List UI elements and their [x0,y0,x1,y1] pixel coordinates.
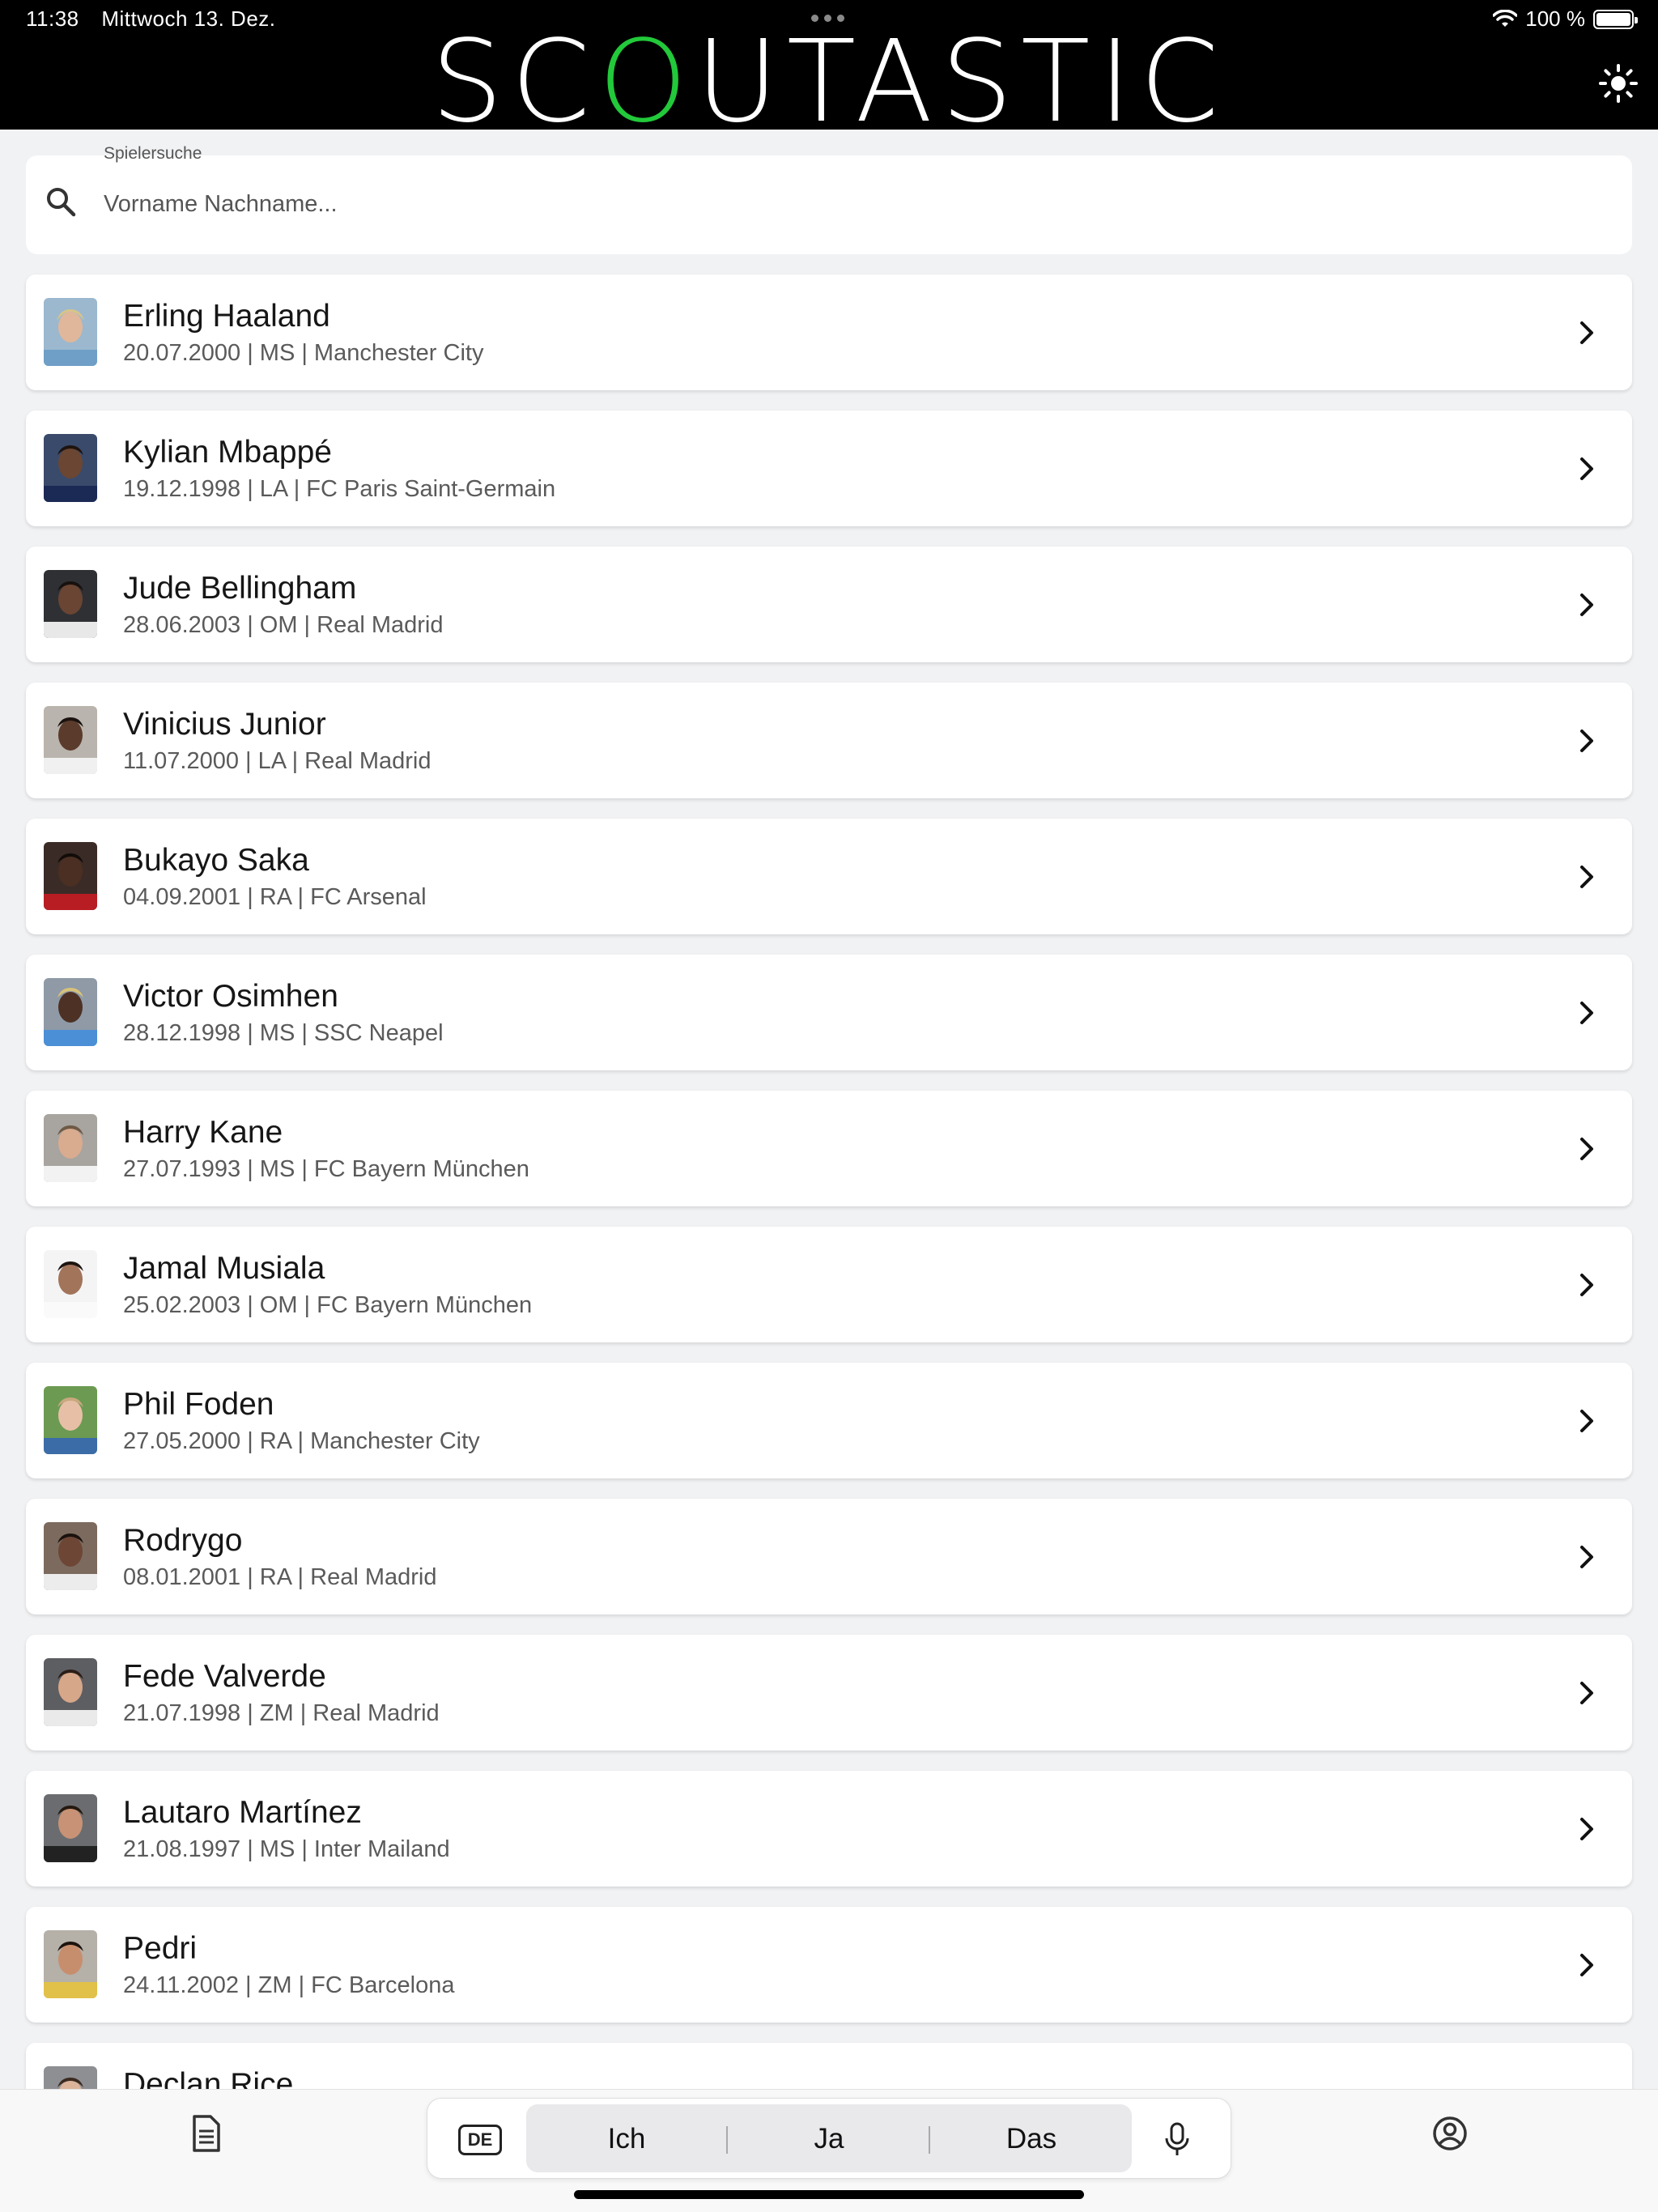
player-name: Erling Haaland [123,299,330,334]
player-name: Phil Foden [123,1387,274,1422]
player-photo [44,570,97,638]
player-card[interactable]: Vinicius Junior 11.07.2000 | LA | Real M… [26,683,1632,798]
player-meta: 11.07.2000 | LA | Real Madrid [123,748,432,774]
player-meta: 04.09.2001 | RA | FC Arsenal [123,884,427,910]
chevron-right-icon [1580,457,1593,480]
chevron-right-icon [1580,1682,1593,1704]
player-meta: 08.01.2001 | RA | Real Madrid [123,1564,437,1590]
player-card[interactable]: Pedri 24.11.2002 | ZM | FC Barcelona [26,1907,1632,2023]
player-photo [44,434,97,502]
player-name: Rodrygo [123,1523,243,1558]
player-card[interactable]: Fede Valverde 21.07.1998 | ZM | Real Mad… [26,1635,1632,1750]
multitasking-dots-icon[interactable] [811,15,844,22]
player-meta: 25.02.2003 | OM | FC Bayern München [123,1292,533,1318]
player-meta: 28.12.1998 | MS | SSC Neapel [123,1020,444,1046]
player-photo [44,1522,97,1590]
player-photo [44,978,97,1046]
search-label: Spielersuche [104,144,202,163]
player-photo [44,1250,97,1318]
player-name: Vinicius Junior [123,707,326,742]
player-meta: 27.07.1993 | MS | FC Bayern München [123,1156,529,1182]
notes-icon[interactable] [186,2113,227,2154]
microphone-icon[interactable] [1159,2121,1195,2159]
player-name: Jamal Musiala [123,1251,325,1286]
player-meta: 27.05.2000 | RA | Manchester City [123,1428,480,1454]
player-name: Bukayo Saka [123,843,309,878]
player-meta: 20.07.2000 | MS | Manchester City [123,340,484,366]
player-name: Victor Osimhen [123,979,338,1014]
player-photo [44,1658,97,1726]
player-photo [44,842,97,910]
search-icon [47,188,76,217]
player-meta: 19.12.1998 | LA | FC Paris Saint-Germain [123,476,556,502]
player-meta: 21.07.1998 | ZM | Real Madrid [123,1700,440,1726]
player-meta: 21.08.1997 | MS | Inter Mailand [123,1836,450,1862]
chevron-right-icon [1580,1274,1593,1296]
suggestion-item[interactable]: Ja [732,2123,926,2155]
player-card[interactable]: Kylian Mbappé 19.12.1998 | LA | FC Paris… [26,410,1632,526]
chevron-right-icon [1580,1818,1593,1840]
player-name: Pedri [123,1931,198,1966]
player-card[interactable]: Victor Osimhen 28.12.1998 | MS | SSC Nea… [26,955,1632,1070]
player-photo [44,1114,97,1182]
player-name: Jude Bellingham [123,571,357,606]
chevron-right-icon [1580,866,1593,888]
suggestion-item[interactable]: Ich [529,2123,724,2155]
player-card[interactable]: Jamal Musiala 25.02.2003 | OM | FC Bayer… [26,1227,1632,1342]
player-card[interactable]: Rodrygo 08.01.2001 | RA | Real Madrid [26,1499,1632,1614]
player-card[interactable]: Phil Foden 27.05.2000 | RA | Manchester … [26,1363,1632,1478]
app-logo: SCOUTASTIC [431,26,1227,131]
keyboard-language-button[interactable]: DE [458,2125,502,2155]
chevron-right-icon [1580,1410,1593,1432]
chevron-right-icon [1580,1546,1593,1568]
suggestion-item[interactable]: Das [934,2123,1129,2155]
suggestion-divider [929,2126,930,2154]
player-card[interactable]: Erling Haaland 20.07.2000 | MS | Manches… [26,274,1632,390]
player-photo [44,1386,97,1454]
player-name: Harry Kane [123,1115,283,1150]
player-meta: 28.06.2003 | OM | Real Madrid [123,612,444,638]
player-meta: 24.11.2002 | ZM | FC Barcelona [123,1972,455,1998]
chevron-right-icon [1580,1954,1593,1976]
home-indicator[interactable] [574,2190,1084,2199]
player-card[interactable]: Harry Kane 27.07.1993 | MS | FC Bayern M… [26,1091,1632,1206]
suggestion-divider [726,2126,728,2154]
player-card[interactable]: Lautaro Martínez 21.08.1997 | MS | Inter… [26,1771,1632,1887]
profile-icon[interactable] [1430,2113,1470,2154]
chevron-right-icon [1580,321,1593,344]
chevron-right-icon [1580,1002,1593,1024]
player-photo [44,298,97,366]
player-photo [44,706,97,774]
search-input[interactable] [104,188,1609,220]
player-card[interactable]: Bukayo Saka 04.09.2001 | RA | FC Arsenal [26,819,1632,934]
chevron-right-icon [1580,1138,1593,1160]
player-photo [44,1794,97,1862]
player-name: Kylian Mbappé [123,435,332,470]
chevron-right-icon [1580,730,1593,752]
player-photo [44,1930,97,1998]
app-header: 11:38 Mittwoch 13. Dez. 100 % SCOUTASTIC [0,0,1658,131]
player-name: Fede Valverde [123,1659,326,1694]
chevron-right-icon [1580,593,1593,616]
player-name: Lautaro Martínez [123,1795,362,1830]
player-card[interactable]: Jude Bellingham 28.06.2003 | OM | Real M… [26,547,1632,662]
sun-icon[interactable] [1598,63,1639,104]
